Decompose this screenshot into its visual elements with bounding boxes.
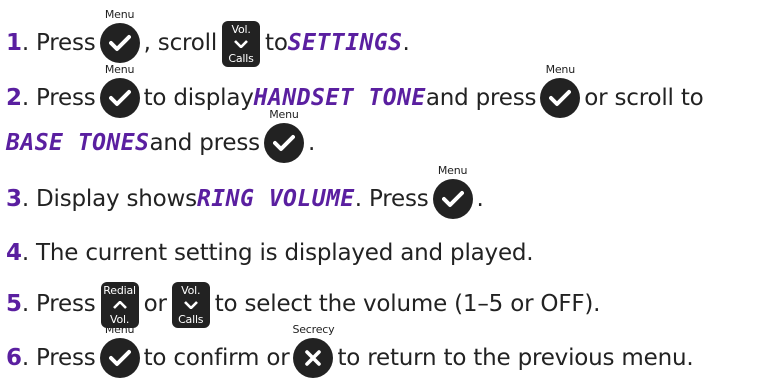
step-text: to bbox=[265, 30, 288, 56]
step-number: 4 bbox=[6, 240, 22, 266]
chevron-down-icon bbox=[234, 40, 248, 48]
menu-key: Menu bbox=[99, 323, 140, 378]
lcd-text: BASE TONES bbox=[6, 130, 150, 156]
step-number: 5 bbox=[6, 291, 22, 317]
key-label: Secrecy bbox=[292, 323, 335, 336]
menu-key: Menu bbox=[99, 63, 140, 118]
key-label: Vol. bbox=[181, 284, 201, 297]
step-5: 5 . Press Redial Vol. or Vol. Calls to s… bbox=[6, 282, 601, 328]
step-text: . Press bbox=[21, 85, 96, 111]
lcd-text: SETTINGS bbox=[287, 30, 403, 56]
step-text: . Press bbox=[21, 30, 96, 56]
step-6: 6 . Press Menu to confirm or Secrecy to … bbox=[6, 323, 694, 378]
key-label: Menu bbox=[545, 63, 576, 76]
key-label: Menu bbox=[104, 8, 135, 21]
key-label: Redial bbox=[103, 284, 136, 297]
step-number: 6 bbox=[6, 345, 22, 371]
step-text: or bbox=[143, 291, 167, 317]
check-icon bbox=[99, 78, 140, 118]
key-label: Menu bbox=[269, 108, 299, 121]
step-text: to select the volume (1–5 or OFF). bbox=[214, 291, 601, 317]
menu-key: Menu bbox=[432, 164, 473, 219]
step-2-continued: BASE TONES and press Menu . bbox=[6, 108, 316, 163]
step-number: 3 bbox=[6, 186, 22, 212]
check-icon bbox=[99, 338, 140, 378]
menu-key: Menu bbox=[99, 8, 140, 63]
step-1: 1 . Press Menu , scroll Vol. Calls to SE… bbox=[6, 8, 410, 67]
key-label: Calls bbox=[228, 52, 254, 65]
step-text: to return to the previous menu. bbox=[337, 345, 694, 371]
step-text: , scroll bbox=[143, 30, 218, 56]
chevron-down-icon bbox=[183, 301, 198, 309]
close-icon bbox=[293, 338, 334, 378]
lcd-text: RING VOLUME bbox=[196, 186, 355, 212]
key-label: Menu bbox=[104, 63, 135, 76]
step-text: . The current setting is displayed and p… bbox=[21, 240, 534, 266]
step-text: . Press bbox=[21, 345, 96, 371]
step-text: . bbox=[402, 30, 410, 56]
step-text: to confirm or bbox=[143, 345, 290, 371]
menu-key: Menu bbox=[540, 63, 581, 118]
step-text: or scroll to bbox=[584, 85, 704, 111]
check-icon bbox=[263, 123, 304, 163]
key-label: Menu bbox=[104, 323, 135, 336]
check-icon bbox=[99, 23, 140, 63]
vol-calls-key: Vol. Calls bbox=[171, 282, 211, 328]
step-text: . bbox=[476, 186, 484, 212]
step-text: . Press bbox=[354, 186, 429, 212]
step-text: . Press bbox=[21, 291, 96, 317]
down-key-icon: Vol. Calls bbox=[171, 282, 210, 328]
step-number: 2 bbox=[6, 85, 22, 111]
up-key-icon: Redial Vol. bbox=[100, 282, 139, 328]
step-4: 4 . The current setting is displayed and… bbox=[6, 234, 534, 272]
step-text: . Display shows bbox=[21, 186, 197, 212]
chevron-up-icon bbox=[112, 301, 127, 309]
step-text: . bbox=[307, 130, 316, 156]
step-number: 1 bbox=[6, 30, 22, 56]
vol-calls-key: Vol. Calls bbox=[221, 21, 261, 67]
key-label: Vol. bbox=[231, 23, 251, 36]
step-3: 3 . Display shows RING VOLUME . Press Me… bbox=[6, 164, 484, 219]
step-text: to display bbox=[143, 85, 254, 111]
step-text: and press bbox=[149, 130, 260, 156]
check-icon bbox=[540, 78, 581, 118]
step-text: and press bbox=[425, 85, 537, 111]
step-2: 2 . Press Menu to display HANDSET TONE a… bbox=[6, 63, 704, 118]
key-label: Menu bbox=[437, 164, 468, 177]
secrecy-key: Secrecy bbox=[292, 323, 335, 378]
key-label: Calls bbox=[178, 313, 204, 326]
redial-vol-key: Redial Vol. bbox=[100, 282, 140, 328]
menu-key: Menu bbox=[263, 108, 304, 163]
down-key-icon: Vol. Calls bbox=[222, 21, 261, 67]
check-icon bbox=[432, 179, 473, 219]
